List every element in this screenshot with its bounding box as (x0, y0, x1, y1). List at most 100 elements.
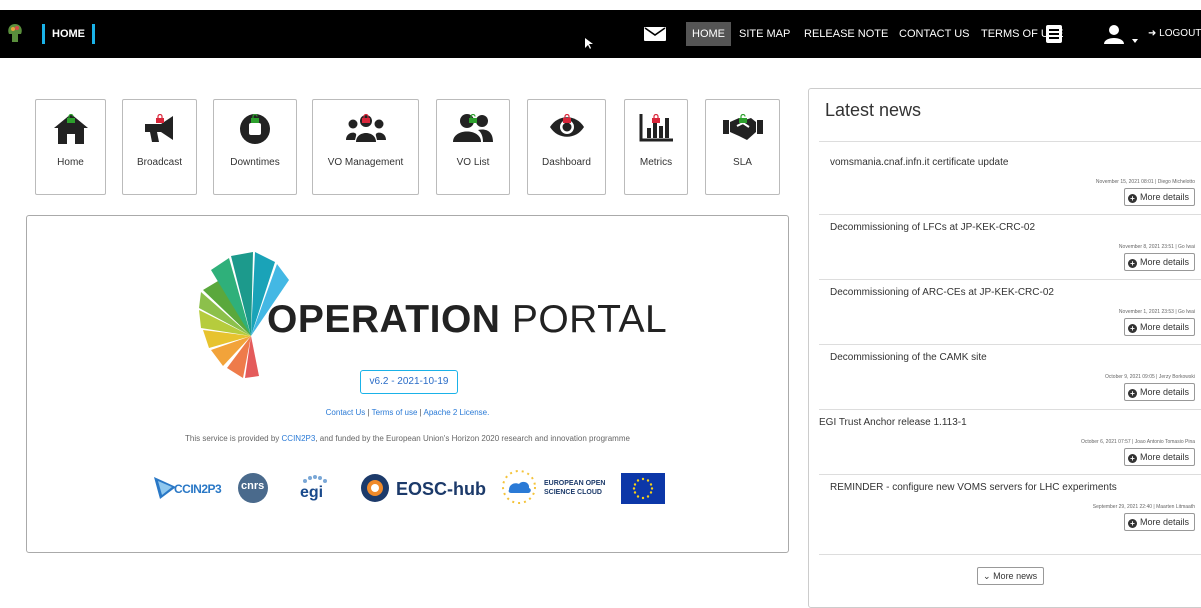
divider (819, 141, 1201, 142)
locked-icon (652, 114, 660, 123)
news-headline[interactable]: REMINDER - configure new VOMS servers fo… (830, 482, 1117, 493)
plus-circle-icon: + (1127, 454, 1137, 463)
plus-circle-icon: + (1127, 389, 1137, 398)
tile-label: Downtimes (230, 157, 280, 168)
egi-logo[interactable]: egi (297, 473, 331, 503)
news-headline[interactable]: EGI Trust Anchor release 1.113-1 (819, 417, 967, 428)
news-headline[interactable]: Decommissioning of ARC-CEs at JP-KEK-CRC… (830, 287, 1054, 298)
tile-label: Broadcast (136, 157, 183, 168)
tile-home[interactable]: Home (35, 99, 106, 195)
version-badge[interactable]: v6.2 - 2021-10-19 (360, 370, 458, 394)
portal-title-light: PORTAL (511, 298, 668, 341)
tile-broadcast[interactable]: Broadcast (122, 99, 197, 195)
news-meta: November 15, 2021 08:01 | Diego Michelot… (1095, 179, 1195, 185)
portal-title-bold: OPERATION (267, 298, 501, 341)
news-item: Decommissioning of the CAMK site October… (819, 345, 1201, 410)
tile-label: Metrics (639, 157, 673, 168)
sign-out-icon: ➜ (1148, 28, 1157, 39)
eosc-text-line2: SCIENCE CLOUD (544, 489, 602, 496)
top-navbar: HOME HOME SITE MAP RELEASE NOTE CONTACT … (0, 10, 1201, 58)
tile-dashboard[interactable]: Dashboard (527, 99, 606, 195)
more-details-label: More details (1139, 452, 1189, 462)
news-headline[interactable]: Decommissioning of LFCs at JP-KEK-CRC-02 (830, 222, 1035, 233)
tile-label: SLA (733, 157, 752, 168)
user-menu-chevron-down-icon[interactable] (1132, 39, 1138, 43)
news-panel-title: Latest news (825, 100, 922, 120)
news-item: EGI Trust Anchor release 1.113-1 October… (819, 410, 1201, 475)
tile-downtimes[interactable]: Downtimes (213, 99, 297, 195)
unlocked-icon (469, 114, 477, 123)
more-details-button[interactable]: + More details (1123, 448, 1195, 466)
news-headline[interactable]: vomsmania.cnaf.infn.it certificate updat… (830, 157, 1008, 168)
tile-label: VO Management (327, 157, 404, 168)
tile-label: Dashboard (542, 157, 591, 168)
locked-icon (562, 114, 571, 123)
more-details-label: More details (1139, 322, 1189, 332)
plus-circle-icon: + (1127, 194, 1137, 203)
locked-icon (361, 114, 370, 123)
more-details-button[interactable]: + More details (1123, 513, 1195, 531)
license-link[interactable]: Apache 2 License. (424, 408, 490, 417)
funding-suffix: , and funded by the European Union's Hor… (315, 434, 630, 443)
plus-circle-icon: + (1127, 519, 1137, 528)
nav-site-map[interactable]: SITE MAP (739, 22, 790, 46)
tile-vo-management[interactable]: VO Management (312, 99, 419, 195)
plus-circle-icon: + (1127, 324, 1137, 333)
logout-link[interactable]: ➜ LOGOUT (1148, 22, 1201, 46)
more-details-button[interactable]: + More details (1123, 253, 1195, 271)
unlocked-icon (251, 114, 259, 123)
link-separator: | (367, 408, 370, 417)
more-details-label: More details (1139, 192, 1189, 202)
eosc-hub-text: EOSC-hub (396, 479, 486, 499)
cnrs-text: cnrs (241, 480, 265, 492)
news-meta: November 1, 2021 23:53 | Go Iwai (1118, 309, 1195, 315)
contact-us-link[interactable]: Contact Us (326, 408, 366, 417)
brand-home-link[interactable]: HOME (42, 24, 95, 44)
eu-flag-icon[interactable] (621, 473, 665, 504)
more-news-label: More news (993, 571, 1038, 581)
unlocked-icon (66, 114, 75, 123)
nav-home[interactable]: HOME (686, 22, 731, 46)
more-details-button[interactable]: + More details (1123, 188, 1195, 206)
locked-icon (155, 114, 164, 123)
more-details-button[interactable]: + More details (1123, 383, 1195, 401)
funding-statement: This service is provided by CCIN2P3, and… (27, 434, 788, 443)
portal-panel: OPERATION PORTAL v6.2 - 2021-10-19 Conta… (26, 215, 789, 553)
news-meta: September 29, 2021 22:40 | Maarten Litma… (1092, 504, 1195, 510)
plus-circle-icon: + (1127, 259, 1137, 268)
egi-text: egi (300, 484, 324, 501)
ccin2p3-link[interactable]: CCIN2P3 (282, 434, 316, 443)
cnrs-logo[interactable]: cnrs (238, 473, 268, 503)
eosc-logo[interactable]: EUROPEAN OPEN SCIENCE CLOUD (500, 468, 610, 508)
more-details-label: More details (1139, 257, 1189, 267)
document-icon[interactable] (1046, 25, 1062, 43)
ccin2p3-text: CCIN2P3 (174, 482, 222, 496)
news-headline[interactable]: Decommissioning of the CAMK site (830, 352, 987, 363)
more-details-label: More details (1139, 387, 1189, 397)
more-news-button[interactable]: ⌄ More news (977, 567, 1045, 585)
nav-contact-us[interactable]: CONTACT US (899, 22, 970, 46)
news-item: Decommissioning of LFCs at JP-KEK-CRC-02… (819, 215, 1201, 280)
terms-of-use-link[interactable]: Terms of use (372, 408, 418, 417)
nav-release-note[interactable]: RELEASE NOTE (804, 22, 888, 46)
envelope-icon[interactable] (644, 27, 666, 41)
user-icon[interactable] (1103, 24, 1125, 44)
news-item: Decommissioning of ARC-CEs at JP-KEK-CRC… (819, 280, 1201, 345)
site-logo-icon[interactable] (6, 22, 24, 44)
footer-links: Contact Us | Terms of use | Apache 2 Lic… (27, 408, 788, 417)
news-meta: November 8, 2021 23:51 | Go Iwai (1118, 244, 1195, 250)
eosc-hub-logo[interactable]: EOSC-hub (360, 473, 486, 507)
more-details-button[interactable]: + More details (1123, 318, 1195, 336)
eosc-text-line1: EUROPEAN OPEN (544, 480, 606, 487)
tile-vo-list[interactable]: VO List (436, 99, 510, 195)
ccin2p3-logo[interactable]: CCIN2P3 (152, 473, 244, 507)
link-separator: | (419, 408, 422, 417)
chevron-down-icon: ⌄ (983, 571, 991, 581)
mouse-cursor-icon (585, 38, 593, 49)
latest-news-panel: Latest news vomsmania.cnaf.infn.it certi… (808, 88, 1201, 608)
tile-metrics[interactable]: Metrics (624, 99, 688, 195)
tile-sla[interactable]: SLA (705, 99, 780, 195)
news-item: vomsmania.cnaf.infn.it certificate updat… (819, 150, 1201, 215)
tile-label: Home (57, 157, 84, 168)
unlocked-icon (738, 114, 747, 123)
